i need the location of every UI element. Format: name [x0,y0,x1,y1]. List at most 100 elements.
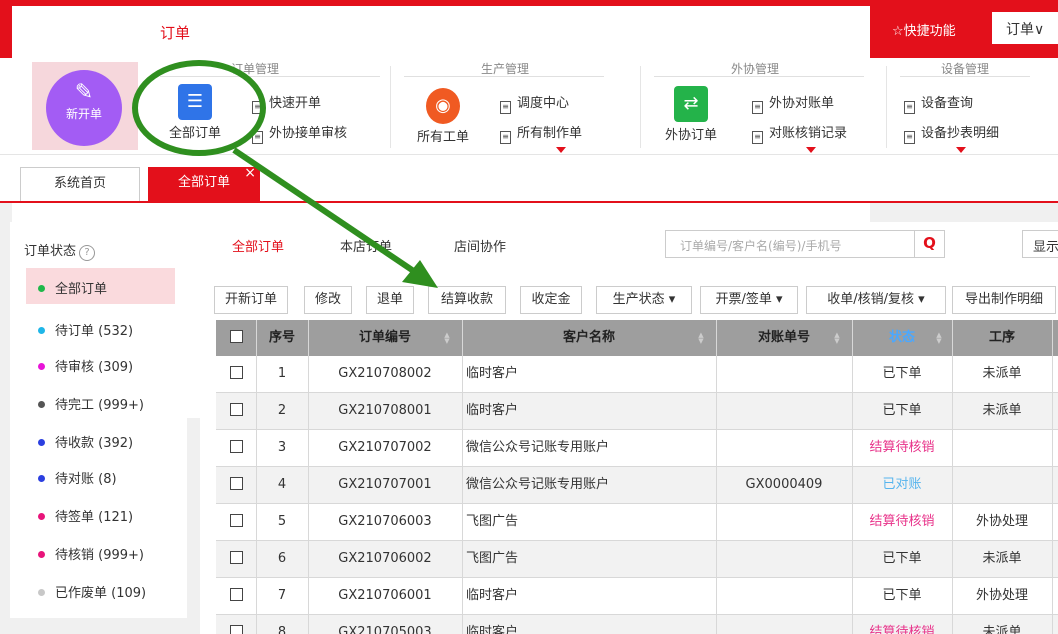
col-header-index[interactable]: 序号 [256,320,308,356]
cell-order-no[interactable]: GX210707001 [308,467,462,503]
row-checkbox[interactable] [229,514,243,527]
cell-order-no[interactable]: GX210708001 [308,393,462,429]
invoice-sign-dropdown[interactable]: 开票/签单 ▾ [700,286,798,314]
sidebar-item-label: 待收款 (392) [55,436,134,451]
cell-order-no[interactable]: GX210706001 [308,578,462,614]
col-header-order-no[interactable]: 订单编号 ▲ ▼ [308,320,462,356]
sidebar-item-pending-recon[interactable]: 待对账 (8) [26,458,175,494]
sidebar-item-pending-writeoff[interactable]: 待核销 (999+) [26,534,175,570]
row-checkbox[interactable] [229,477,243,490]
deposit-button[interactable]: 收定金 [520,286,582,314]
nav-item-statistics[interactable]: 统计 [440,22,470,43]
close-icon[interactable]: × [244,157,256,189]
nav-item-materials[interactable]: 商品物料 [342,22,402,43]
meter-detail-button[interactable]: ≡ 设备抄表明细 [904,122,999,144]
order-search-input[interactable]: 订单编号/客户名(编号)/手机号 Q [665,230,945,258]
all-work-orders-button[interactable]: ◉ 所有工单 [408,88,478,145]
new-order-button[interactable]: ✎ 新开单 [46,70,122,146]
table-row[interactable]: 2 GX210708001 临时客户 已下单 未派单 [216,393,1058,430]
quick-functions-link[interactable]: ☆快捷功能 [892,20,956,39]
table-row[interactable]: 6 GX210706002 飞图广告 已下单 未派单 [216,541,1058,578]
nav-item-app-center[interactable]: 应用中心 [616,22,676,43]
col-header-status[interactable]: 状态 ▲ ▼ [852,320,952,356]
orders-panel: 全部订单 本店订单 店间协作 订单编号/客户名(编号)/手机号 Q 显示 开新订… [200,222,1058,634]
all-make-orders-button[interactable]: ≡ 所有制作单 [500,122,582,144]
table-row[interactable]: 1 GX210708002 临时客户 已下单 未派单 [216,356,1058,393]
cell-status: 结算待核销 [869,514,935,529]
col-header-status-label: 状态 [888,330,915,345]
tab-home[interactable]: 系统首页 [20,167,140,201]
subtab-store-orders[interactable]: 本店订单 [340,236,392,255]
edit-button[interactable]: 修改 [304,286,352,314]
outsource-review-button[interactable]: ≡ 外协接单审核 [252,122,347,144]
sort-icon[interactable]: ▲ ▼ [936,332,942,345]
cell-process: 未派单 [982,366,1022,381]
sidebar-item-pending-payment[interactable]: 待收款 (392) [26,422,175,458]
subtab-all-orders[interactable]: 全部订单 [232,236,284,255]
cell-process: 外协处理 [975,588,1028,603]
cell-order-no[interactable]: GX210708002 [308,356,462,392]
row-checkbox[interactable] [229,588,243,601]
select-all-checkbox[interactable] [229,330,243,343]
tab-all-orders[interactable]: 全部订单 × [148,165,260,201]
sidebar-item-all-orders[interactable]: 全部订单 [26,268,175,304]
new-order-label: 新开单 [65,107,102,121]
recon-records-button[interactable]: ≡ 对账核销记录 [752,122,847,144]
help-icon[interactable]: ? [79,245,96,261]
sidebar-item-pending-order[interactable]: 待订单 (532) [26,310,175,346]
search-icon[interactable]: Q [914,231,944,257]
row-checkbox[interactable] [229,440,243,453]
show-button[interactable]: 显示 [1022,230,1058,258]
cell-order-no[interactable]: GX210706002 [308,541,462,577]
status-dot [38,401,45,408]
sort-icon[interactable]: ▲ ▼ [444,332,450,345]
row-checkbox[interactable] [229,551,243,564]
table-row[interactable]: 7 GX210706001 临时客户 已下单 外协处理 [216,578,1058,615]
outsource-orders-button[interactable]: ⇄ 外协订单 [656,86,726,143]
table-row[interactable]: 5 GX210706003 飞图广告 结算待核销 外协处理 [216,504,1058,541]
col-header-customer[interactable]: 客户名称 ▲ ▼ [462,320,716,356]
dispatch-center-button[interactable]: ≡ 调度中心 [500,92,569,114]
nav-item-orders[interactable]: 订单 [150,14,201,58]
sort-icon[interactable]: ▲ ▼ [834,332,840,345]
export-detail-button[interactable]: 导出制作明细 [952,286,1056,314]
subtab-inter-store[interactable]: 店间协作 [454,236,506,255]
col-header-recon-no[interactable]: 对账单号 ▲ ▼ [716,320,852,356]
nav-item-hr[interactable]: 人事 [498,22,528,43]
all-orders-label: 全部订单 [168,126,221,141]
all-orders-button[interactable]: ☰ 全部订单 [160,84,230,141]
row-checkbox[interactable] [229,366,243,379]
order-type-select[interactable]: 订单∨ [992,12,1058,44]
cell-recon-no [716,541,852,577]
collect-writeoff-dropdown[interactable]: 收单/核销/复核 ▾ [806,286,946,314]
sidebar-item-pending-sign[interactable]: 待签单 (121) [26,496,175,532]
nav-item-customers[interactable]: 客户 [222,22,252,43]
quick-order-button[interactable]: ≡ 快速开单 [252,92,321,114]
sidebar-item-pending-finish[interactable]: 待完工 (999+) [26,384,175,420]
production-status-dropdown[interactable]: 生产状态 ▾ [596,286,692,314]
settle-payment-button[interactable]: 结算收款 [428,286,506,314]
cell-order-no[interactable]: GX210706003 [308,504,462,540]
sidebar-item-voided[interactable]: 已作废单 (109) [26,572,175,608]
outsource-recon-button[interactable]: ≡ 外协对账单 [752,92,834,114]
status-dot [38,439,45,446]
new-order-tb-button[interactable]: 开新订单 [214,286,288,314]
equipment-query-button[interactable]: ≡ 设备查询 [904,92,973,114]
table-row[interactable]: 8 GX210705003 临时客户 结算待核销 未派单 [216,615,1058,634]
return-order-button[interactable]: 退单 [366,286,414,314]
chevron-down-icon[interactable] [956,147,966,153]
sort-icon[interactable]: ▲ ▼ [698,332,704,345]
table-row[interactable]: 4 GX210707001 微信公众号记账专用账户 GX0000409 已对账 [216,467,1058,504]
row-checkbox[interactable] [229,403,243,416]
nav-item-finance[interactable]: 财务 [282,22,312,43]
sidebar-item-label: 待订单 (532) [55,324,134,339]
nav-item-system[interactable]: 系统 [558,22,588,43]
chevron-down-icon[interactable] [556,147,566,153]
col-header-process[interactable]: 工序 [952,320,1052,356]
row-checkbox[interactable] [229,625,243,634]
cell-order-no[interactable]: GX210707002 [308,430,462,466]
table-row[interactable]: 3 GX210707002 微信公众号记账专用账户 结算待核销 [216,430,1058,467]
chevron-down-icon[interactable] [806,147,816,153]
sidebar-item-pending-review[interactable]: 待审核 (309) [26,346,175,382]
cell-order-no[interactable]: GX210705003 [308,615,462,634]
